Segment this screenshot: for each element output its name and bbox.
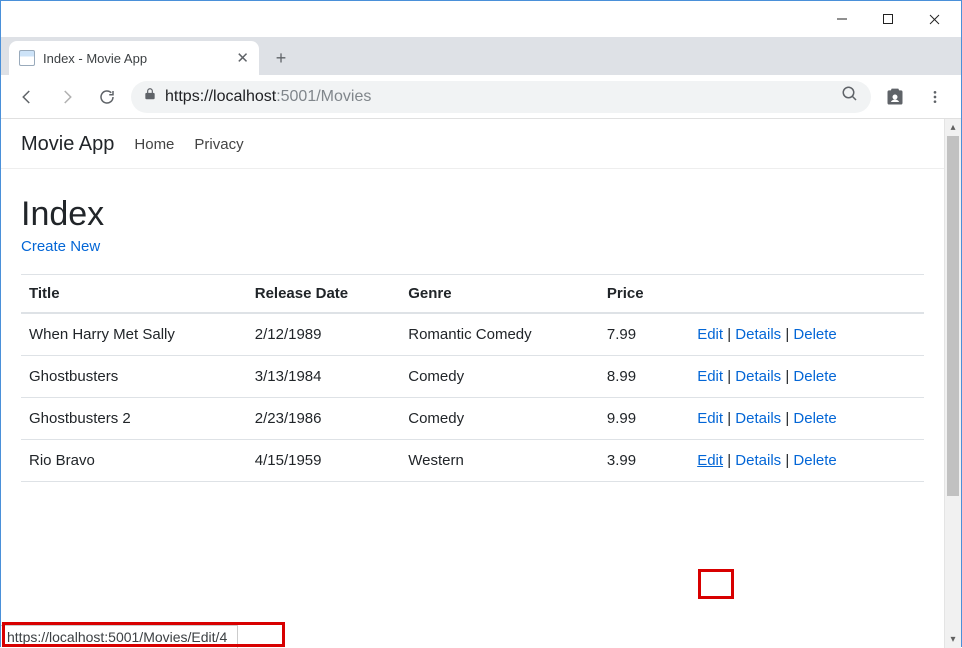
table-row: Ghostbusters3/13/1984Comedy8.99Edit | De… xyxy=(21,356,924,398)
details-link[interactable]: Details xyxy=(735,410,781,427)
account-icon[interactable] xyxy=(879,81,911,113)
reload-button[interactable] xyxy=(91,81,123,113)
cell-price: 9.99 xyxy=(599,398,689,440)
brand-title[interactable]: Movie App xyxy=(21,133,114,156)
edit-link[interactable]: Edit xyxy=(697,368,723,385)
url-host: localhost xyxy=(213,88,276,105)
cell-release: 3/13/1984 xyxy=(247,356,401,398)
delete-link[interactable]: Delete xyxy=(793,326,836,343)
cell-release: 4/15/1959 xyxy=(247,440,401,482)
cell-title: Ghostbusters 2 xyxy=(21,398,247,440)
scroll-up-arrow-icon[interactable]: ▴ xyxy=(945,119,961,136)
address-bar[interactable]: https://localhost:5001/Movies xyxy=(131,81,871,113)
tab-favicon-icon xyxy=(19,50,35,66)
delete-link[interactable]: Delete xyxy=(793,410,836,427)
cell-actions: Edit | Details | Delete xyxy=(689,440,924,482)
lock-icon xyxy=(143,87,157,106)
vertical-scrollbar[interactable]: ▴ ▾ xyxy=(944,119,961,648)
nav-link-privacy[interactable]: Privacy xyxy=(194,136,243,153)
cell-price: 7.99 xyxy=(599,313,689,356)
menu-icon[interactable] xyxy=(919,81,951,113)
browser-tabstrip: Index - Movie App ✕ + xyxy=(1,37,961,75)
col-title: Title xyxy=(21,275,247,314)
cell-genre: Romantic Comedy xyxy=(400,313,599,356)
url-text: https://localhost:5001/Movies xyxy=(165,88,371,106)
col-price: Price xyxy=(599,275,689,314)
details-link[interactable]: Details xyxy=(735,368,781,385)
edit-link[interactable]: Edit xyxy=(697,326,723,343)
window-minimize-button[interactable] xyxy=(819,3,865,35)
table-row: Rio Bravo4/15/1959Western3.99Edit | Deta… xyxy=(21,440,924,482)
cell-title: Rio Bravo xyxy=(21,440,247,482)
window-close-button[interactable] xyxy=(911,3,957,35)
movies-table: Title Release Date Genre Price When Harr… xyxy=(21,274,924,482)
scroll-track[interactable] xyxy=(945,496,961,631)
delete-link[interactable]: Delete xyxy=(793,452,836,469)
url-port: :5001 xyxy=(276,88,316,105)
edit-link[interactable]: Edit xyxy=(697,410,723,427)
cell-release: 2/23/1986 xyxy=(247,398,401,440)
browser-toolbar: https://localhost:5001/Movies xyxy=(1,75,961,119)
status-bar-url: https://localhost:5001/Movies/Edit/4 xyxy=(1,625,238,648)
cell-title: Ghostbusters xyxy=(21,356,247,398)
cell-title: When Harry Met Sally xyxy=(21,313,247,356)
details-link[interactable]: Details xyxy=(735,326,781,343)
nav-link-home[interactable]: Home xyxy=(134,136,174,153)
forward-button[interactable] xyxy=(51,81,83,113)
cell-actions: Edit | Details | Delete xyxy=(689,313,924,356)
back-button[interactable] xyxy=(11,81,43,113)
cell-actions: Edit | Details | Delete xyxy=(689,356,924,398)
scroll-thumb[interactable] xyxy=(947,136,959,496)
details-link[interactable]: Details xyxy=(735,452,781,469)
new-tab-button[interactable]: + xyxy=(267,44,295,72)
table-row: Ghostbusters 22/23/1986Comedy9.99Edit | … xyxy=(21,398,924,440)
cell-price: 8.99 xyxy=(599,356,689,398)
action-separator: | xyxy=(781,410,793,427)
tab-title: Index - Movie App xyxy=(43,51,147,66)
page-viewport: Movie App Home Privacy Index Create New … xyxy=(1,119,944,648)
window-maximize-button[interactable] xyxy=(865,3,911,35)
site-navbar: Movie App Home Privacy xyxy=(1,119,944,169)
action-separator: | xyxy=(723,452,735,469)
cell-actions: Edit | Details | Delete xyxy=(689,398,924,440)
action-separator: | xyxy=(723,326,735,343)
tab-close-icon[interactable]: ✕ xyxy=(236,49,249,67)
browser-tab[interactable]: Index - Movie App ✕ xyxy=(9,41,259,75)
col-release: Release Date xyxy=(247,275,401,314)
cell-genre: Western xyxy=(400,440,599,482)
cell-genre: Comedy xyxy=(400,356,599,398)
scroll-down-arrow-icon[interactable]: ▾ xyxy=(945,631,961,648)
edit-link[interactable]: Edit xyxy=(697,452,723,469)
action-separator: | xyxy=(781,368,793,385)
window-titlebar xyxy=(1,1,961,37)
action-separator: | xyxy=(781,326,793,343)
page-heading: Index xyxy=(21,195,924,234)
delete-link[interactable]: Delete xyxy=(793,368,836,385)
col-genre: Genre xyxy=(400,275,599,314)
cell-genre: Comedy xyxy=(400,398,599,440)
table-row: When Harry Met Sally2/12/1989Romantic Co… xyxy=(21,313,924,356)
action-separator: | xyxy=(723,410,735,427)
url-path: /Movies xyxy=(316,88,371,105)
cell-release: 2/12/1989 xyxy=(247,313,401,356)
col-actions xyxy=(689,275,924,314)
create-new-link[interactable]: Create New xyxy=(21,238,100,255)
action-separator: | xyxy=(781,452,793,469)
cell-price: 3.99 xyxy=(599,440,689,482)
url-protocol: https:// xyxy=(165,88,213,105)
action-separator: | xyxy=(723,368,735,385)
zoom-icon[interactable] xyxy=(841,85,859,108)
